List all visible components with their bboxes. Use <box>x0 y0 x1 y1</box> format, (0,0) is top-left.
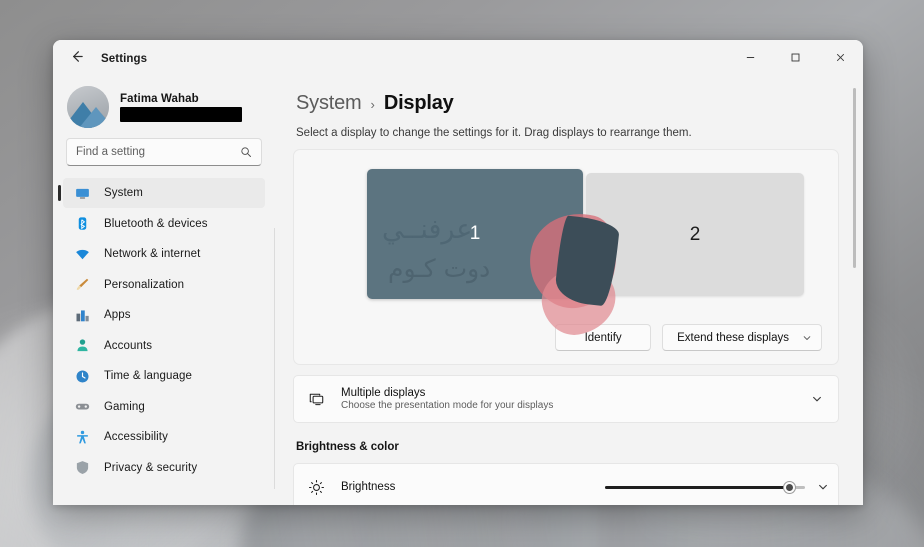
display-number: 2 <box>690 224 701 246</box>
sidebar-item-accessibility[interactable]: Accessibility <box>63 422 265 452</box>
slider-thumb[interactable] <box>784 482 795 493</box>
sidebar-item-label: Accounts <box>104 340 152 352</box>
display-mode-dropdown[interactable]: Extend these displays <box>662 324 822 351</box>
close-icon <box>835 50 846 68</box>
monitor-icon <box>74 185 91 202</box>
search-icon <box>240 146 252 158</box>
multiple-displays-icon <box>308 391 328 408</box>
chevron-down-icon <box>802 333 812 343</box>
sidebar-item-personalization[interactable]: Personalization <box>63 270 265 300</box>
sidebar-item-apps[interactable]: Apps <box>63 300 265 330</box>
breadcrumb-separator: › <box>370 97 374 112</box>
sidebar-item-label: Personalization <box>104 279 184 291</box>
slider-track <box>605 486 805 489</box>
identify-button[interactable]: Identify <box>555 324 651 351</box>
back-button[interactable] <box>61 44 91 74</box>
profile-email-redacted <box>120 107 242 122</box>
sidebar-item-label: Time & language <box>104 370 192 382</box>
close-button[interactable] <box>818 40 863 78</box>
window-titlebar: Settings <box>53 40 863 78</box>
maximize-button[interactable] <box>773 40 818 78</box>
sidebar-item-label: System <box>104 187 143 199</box>
sidebar-item-privacy-security[interactable]: Privacy & security <box>63 453 265 483</box>
brightness-card[interactable]: Brightness <box>293 463 839 505</box>
sidebar-item-accounts[interactable]: Accounts <box>63 331 265 361</box>
user-profile[interactable]: Fatima Wahab <box>61 78 267 138</box>
search-input[interactable]: Find a setting <box>66 138 262 166</box>
slider-fill <box>605 486 789 489</box>
sidebar-item-label: Privacy & security <box>104 462 197 474</box>
app-title: Settings <box>101 53 147 65</box>
display-monitor-2[interactable]: 2 <box>586 173 804 296</box>
search-placeholder: Find a setting <box>76 146 240 158</box>
back-arrow-icon <box>69 49 84 69</box>
chevron-down-icon[interactable] <box>811 393 823 405</box>
sidebar-item-time-language[interactable]: Time & language <box>63 361 265 391</box>
person-icon <box>74 337 91 354</box>
sidebar-item-bluetooth-devices[interactable]: Bluetooth & devices <box>63 209 265 239</box>
gamepad-icon <box>74 398 91 415</box>
display-mode-value: Extend these displays <box>677 332 789 344</box>
sidebar-item-label: Bluetooth & devices <box>104 218 208 230</box>
paintbrush-icon <box>74 276 91 293</box>
page-subtitle: Select a display to change the settings … <box>296 127 863 139</box>
brightness-slider[interactable] <box>605 486 805 489</box>
minimize-icon <box>745 50 756 68</box>
card-subtitle: Choose the presentation mode for your di… <box>341 400 811 411</box>
profile-name: Fatima Wahab <box>120 93 242 105</box>
bluetooth-icon <box>74 215 91 232</box>
apps-icon <box>74 307 91 324</box>
sidebar-item-label: Accessibility <box>104 431 168 443</box>
clock-icon <box>74 368 91 385</box>
sidebar-item-gaming[interactable]: Gaming <box>63 392 265 422</box>
window-controls <box>728 40 863 78</box>
brightness-color-heading: Brightness & color <box>296 441 863 453</box>
maximize-icon <box>790 50 801 68</box>
display-monitor-1[interactable]: 1 <box>367 169 583 299</box>
sidebar: Fatima Wahab Find a setting <box>53 78 275 505</box>
sidebar-nav: System Bluetooth & devices Network & int… <box>61 178 267 505</box>
accessibility-icon <box>74 429 91 446</box>
display-arrangement-panel: 1 عرفنــي دوت كـوم 2 Identify <box>293 149 839 365</box>
display-number: 1 <box>470 223 481 245</box>
scrollbar-thumb[interactable] <box>853 88 856 268</box>
settings-window: Settings <box>53 40 863 505</box>
content-scrollbar[interactable] <box>852 86 856 499</box>
page-title: Display <box>384 92 454 115</box>
breadcrumb: System › Display <box>293 92 863 115</box>
sidebar-item-label: Apps <box>104 309 131 321</box>
sidebar-item-network-internet[interactable]: Network & internet <box>63 239 265 269</box>
card-title: Multiple displays <box>341 387 811 399</box>
minimize-button[interactable] <box>728 40 773 78</box>
displays-stage: 1 عرفنــي دوت كـوم 2 <box>310 164 822 312</box>
chevron-down-icon[interactable] <box>817 481 829 493</box>
breadcrumb-root[interactable]: System <box>296 92 361 115</box>
sidebar-item-system[interactable]: System <box>63 178 265 208</box>
wifi-icon <box>74 246 91 263</box>
display-actions: Identify Extend these displays <box>310 324 822 351</box>
multiple-displays-card[interactable]: Multiple displays Choose the presentatio… <box>293 375 839 423</box>
content-area: System › Display Select a display to cha… <box>275 78 863 505</box>
sidebar-item-label: Gaming <box>104 401 145 413</box>
sidebar-item-label: Network & internet <box>104 248 200 260</box>
card-title: Brightness <box>341 481 605 493</box>
avatar <box>67 86 109 128</box>
shield-icon <box>74 459 91 476</box>
brightness-icon <box>308 479 328 496</box>
